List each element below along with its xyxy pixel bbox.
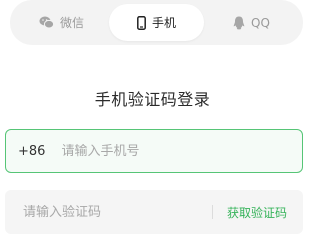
tab-phone-label: 手机	[151, 16, 176, 30]
get-code-button[interactable]: 获取验证码	[227, 204, 287, 221]
verification-code-input[interactable]	[23, 204, 212, 220]
page-title: 手机验证码登录	[94, 90, 211, 109]
tab-phone[interactable]: 手机	[109, 4, 204, 41]
tab-qq[interactable]: QQ	[204, 4, 299, 41]
tab-qq-label: QQ	[251, 15, 270, 30]
tab-wechat-label: 微信	[59, 16, 84, 30]
login-page: 微信 手机 QQ 手机验证码登录 +86 获取验证码	[0, 0, 305, 252]
country-code[interactable]: +86	[18, 144, 45, 159]
tab-wechat[interactable]: 微信	[14, 4, 109, 41]
phone-input[interactable]	[61, 143, 302, 159]
login-method-tabs: 微信 手机 QQ	[10, 0, 303, 45]
wechat-icon	[39, 16, 54, 29]
code-field: 获取验证码	[5, 190, 303, 234]
qq-icon	[233, 16, 245, 30]
phone-icon	[137, 15, 146, 30]
divider	[211, 205, 213, 219]
phone-field: +86	[5, 129, 303, 173]
